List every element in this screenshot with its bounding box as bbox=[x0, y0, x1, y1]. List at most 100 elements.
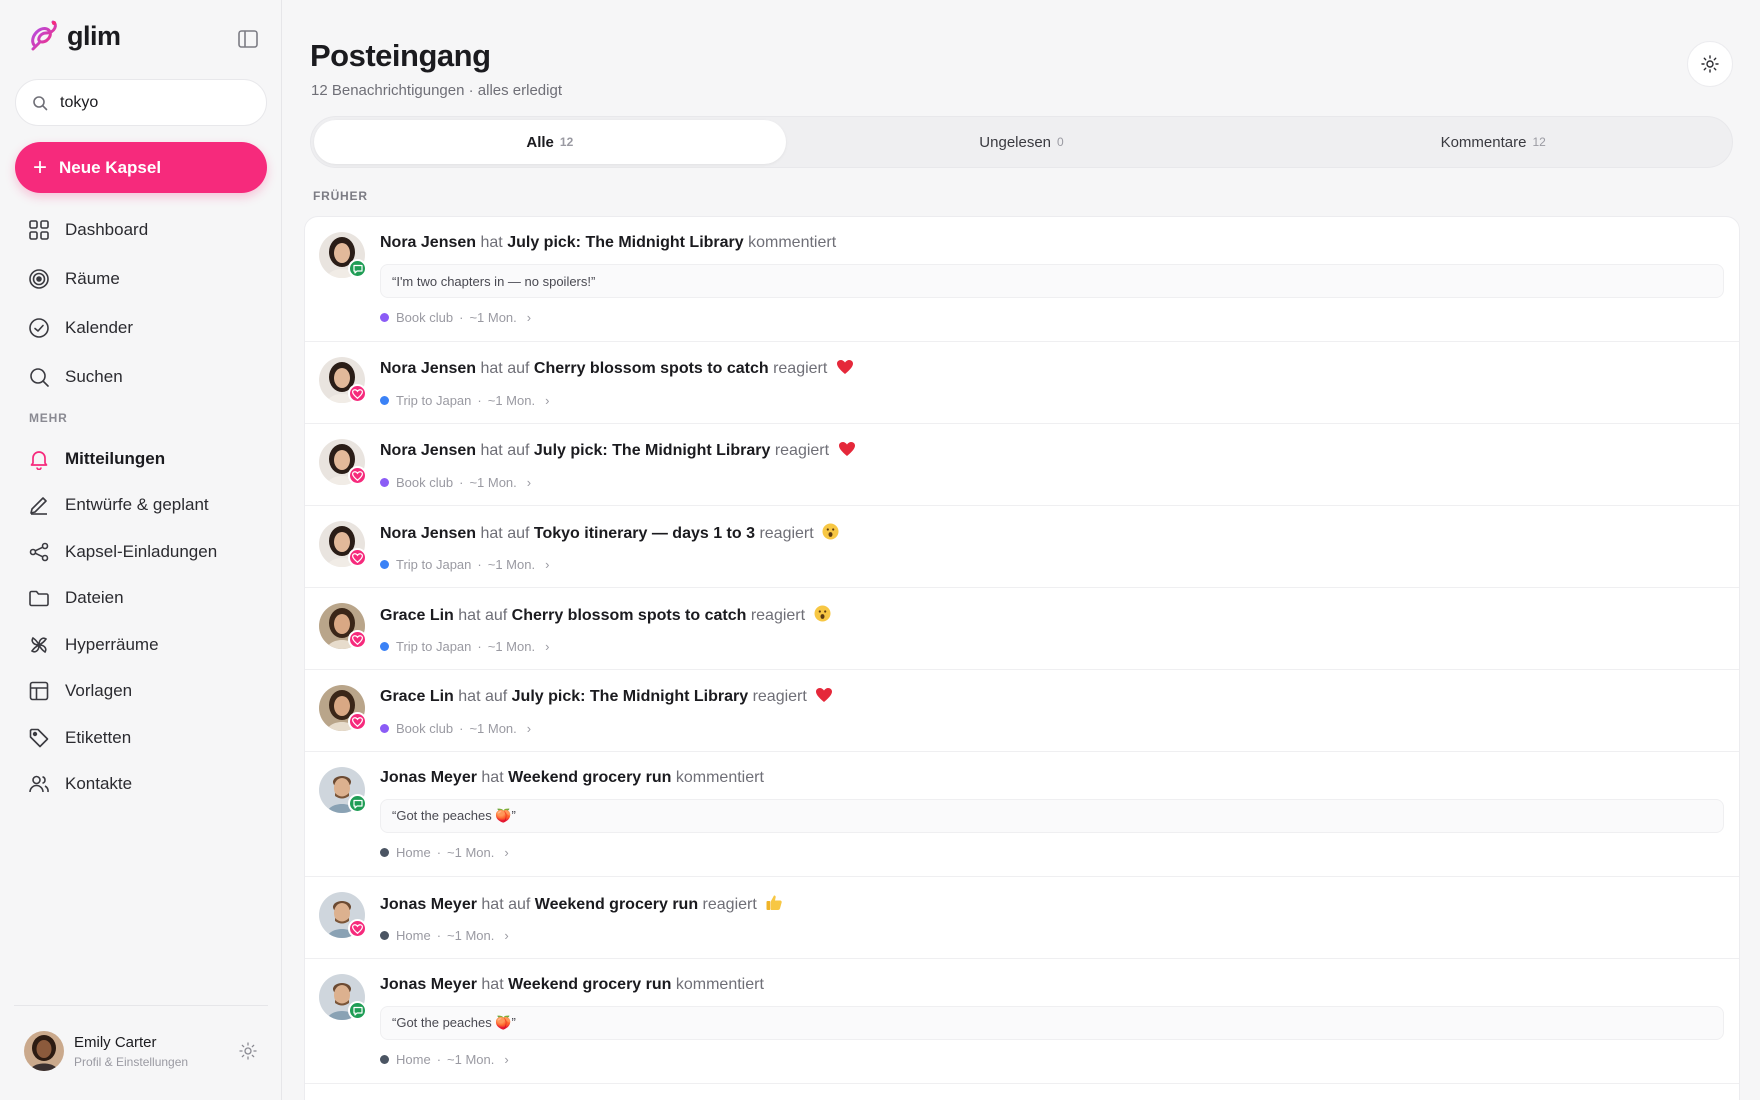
actor-name[interactable]: Jonas Meyer bbox=[380, 896, 477, 913]
new-capsule-button[interactable]: + Neue Kapsel bbox=[15, 142, 267, 193]
nav-item-hyperraeume[interactable]: Hyperräume bbox=[28, 629, 159, 661]
sidebar-toggle-icon[interactable] bbox=[238, 30, 258, 48]
heart-emoji-icon bbox=[836, 359, 854, 380]
sun-icon bbox=[1701, 55, 1719, 73]
nav-label: Kapsel-Einladungen bbox=[65, 542, 218, 561]
space-name[interactable]: Trip to Japan bbox=[396, 393, 471, 408]
reaction-badge-icon bbox=[348, 466, 367, 485]
notification-headline: Nora Jensen hat auf Tokyo itinerary — da… bbox=[380, 523, 839, 545]
new-capsule-label: Neue Kapsel bbox=[59, 157, 162, 177]
actor-name[interactable]: Jonas Meyer bbox=[380, 976, 477, 993]
target-title[interactable]: Weekend grocery run bbox=[508, 769, 671, 786]
target-title[interactable]: Cherry blossom spots to catch bbox=[512, 607, 747, 624]
tab-ungelesen[interactable]: Ungelesen 0 bbox=[786, 120, 1258, 164]
chevron-right-icon[interactable]: › bbox=[545, 639, 549, 654]
space-name[interactable]: Trip to Japan bbox=[396, 639, 471, 654]
verb-post: reagiert bbox=[702, 896, 757, 913]
nav-label: Entwürfe & geplant bbox=[65, 495, 209, 514]
verb-pre: hat auf bbox=[458, 607, 508, 624]
search-input[interactable] bbox=[60, 93, 250, 112]
notification-row[interactable]: Grace Lin hat auf Cherry blossom spots t… bbox=[305, 588, 1739, 670]
notification-row[interactable]: Grace Lin hat auf July pick: The Midnigh… bbox=[305, 670, 1739, 752]
chevron-right-icon[interactable]: › bbox=[504, 1052, 508, 1067]
tab-kommentare[interactable]: Kommentare 12 bbox=[1257, 120, 1729, 164]
space-name[interactable]: Trip to Japan bbox=[396, 557, 471, 572]
comment-quote: “Got the peaches 🍑” bbox=[380, 799, 1724, 833]
chevron-right-icon[interactable]: › bbox=[527, 475, 531, 490]
chevron-right-icon[interactable]: › bbox=[527, 721, 531, 736]
nav-item-raeume[interactable]: Räume bbox=[28, 263, 120, 295]
chevron-right-icon[interactable]: › bbox=[545, 557, 549, 572]
users-icon bbox=[29, 775, 49, 793]
chevron-right-icon[interactable]: › bbox=[504, 928, 508, 943]
nav-item-vorlagen[interactable]: Vorlagen bbox=[28, 675, 132, 707]
heart-emoji-icon bbox=[815, 687, 833, 708]
tab-label: Ungelesen bbox=[979, 133, 1052, 151]
space-name[interactable]: Book club bbox=[396, 310, 453, 325]
nav-label: Vorlagen bbox=[65, 681, 133, 700]
notification-headline: Nora Jensen hat auf July pick: The Midni… bbox=[380, 441, 856, 462]
main-content: Posteingang 12 Benachrichtigungen · alle… bbox=[282, 0, 1760, 1100]
verb-post: reagiert bbox=[759, 525, 814, 542]
reaction-badge-icon bbox=[348, 919, 367, 938]
actor-name[interactable]: Grace Lin bbox=[380, 607, 454, 624]
theme-toggle-button[interactable] bbox=[1687, 41, 1733, 87]
space-name[interactable]: Book club bbox=[396, 721, 453, 736]
notification-row[interactable]: Nora Jensen hat auf Tokyo itinerary — da… bbox=[305, 506, 1739, 588]
notification-row[interactable]: Nora Jensen hat auf Cherry blossom spots… bbox=[305, 342, 1739, 424]
space-dot bbox=[380, 848, 389, 857]
timestamp: ~1 Mon. bbox=[487, 557, 536, 572]
actor-name[interactable]: Nora Jensen bbox=[380, 360, 476, 377]
target-title[interactable]: Weekend grocery run bbox=[535, 896, 698, 913]
sun-icon[interactable] bbox=[239, 1042, 257, 1060]
nav-item-kapsel-einladungen[interactable]: Kapsel-Einladungen bbox=[28, 536, 217, 568]
nav-item-dashboard[interactable]: Dashboard bbox=[28, 214, 148, 246]
nav-label: Dateien bbox=[65, 588, 124, 607]
chevron-right-icon[interactable]: › bbox=[527, 310, 531, 325]
space-name[interactable]: Book club bbox=[396, 475, 453, 490]
actor-name[interactable]: Grace Lin bbox=[380, 688, 454, 705]
profile-button[interactable]: Emily Carter Profil & Einstellungen bbox=[24, 1031, 188, 1071]
nav-item-entwuerfe[interactable]: Entwürfe & geplant bbox=[28, 489, 209, 521]
target-title[interactable]: July pick: The Midnight Library bbox=[507, 234, 743, 251]
tab-alle[interactable]: Alle 12 bbox=[314, 120, 786, 164]
space-dot bbox=[380, 1055, 389, 1064]
notification-row[interactable]: Jonas Meyer hat Weekend grocery run komm… bbox=[305, 959, 1739, 1084]
space-name[interactable]: Home bbox=[396, 845, 431, 860]
meta-separator: · bbox=[459, 310, 464, 325]
tab-label: Alle bbox=[526, 133, 554, 151]
nav-item-etiketten[interactable]: Etiketten bbox=[28, 722, 131, 754]
target-title[interactable]: Tokyo itinerary — days 1 to 3 bbox=[534, 525, 755, 542]
verb-post: reagiert bbox=[750, 607, 806, 624]
space-dot bbox=[380, 724, 389, 733]
notification-row[interactable]: Jonas Meyer hat auf Weekend grocery run … bbox=[305, 877, 1739, 959]
timestamp: ~1 Mon. bbox=[469, 310, 517, 325]
brand-logo[interactable]: glim bbox=[27, 18, 121, 54]
nav-item-mitteilungen[interactable]: Mitteilungen bbox=[28, 443, 165, 475]
notification-row[interactable]: Nora Jensen hat July pick: The Midnight … bbox=[305, 217, 1739, 342]
notification-row[interactable]: Jonas Meyer hat Weekend grocery run komm… bbox=[305, 752, 1739, 877]
notification-row[interactable]: Nora Jensen hat auf July pick: The Midni… bbox=[305, 424, 1739, 506]
tab-label: Kommentare bbox=[1440, 133, 1527, 151]
actor-name[interactable]: Nora Jensen bbox=[380, 525, 476, 542]
chevron-right-icon[interactable]: › bbox=[545, 393, 549, 408]
wow-emoji-icon bbox=[814, 605, 831, 627]
target-title[interactable]: July pick: The Midnight Library bbox=[534, 442, 770, 459]
target-title[interactable]: July pick: The Midnight Library bbox=[512, 688, 748, 705]
verb-post: kommentiert bbox=[675, 769, 764, 786]
search-box[interactable] bbox=[15, 79, 267, 126]
actor-name[interactable]: Jonas Meyer bbox=[380, 769, 477, 786]
target-title[interactable]: Cherry blossom spots to catch bbox=[534, 360, 769, 377]
target-title[interactable]: Weekend grocery run bbox=[508, 976, 671, 993]
nav-item-dateien[interactable]: Dateien bbox=[28, 582, 124, 614]
actor-name[interactable]: Nora Jensen bbox=[380, 234, 476, 251]
space-name[interactable]: Home bbox=[396, 928, 431, 943]
nav-label: Kalender bbox=[65, 318, 134, 337]
chevron-right-icon[interactable]: › bbox=[504, 845, 508, 860]
space-name[interactable]: Home bbox=[396, 1052, 431, 1067]
nav-item-kalender[interactable]: Kalender bbox=[28, 312, 133, 344]
nav-item-suchen[interactable]: Suchen bbox=[28, 361, 123, 393]
actor-name[interactable]: Nora Jensen bbox=[380, 442, 476, 459]
notification-meta: Home · ~1 Mon. › bbox=[380, 1052, 509, 1067]
nav-item-kontakte[interactable]: Kontakte bbox=[28, 768, 132, 800]
